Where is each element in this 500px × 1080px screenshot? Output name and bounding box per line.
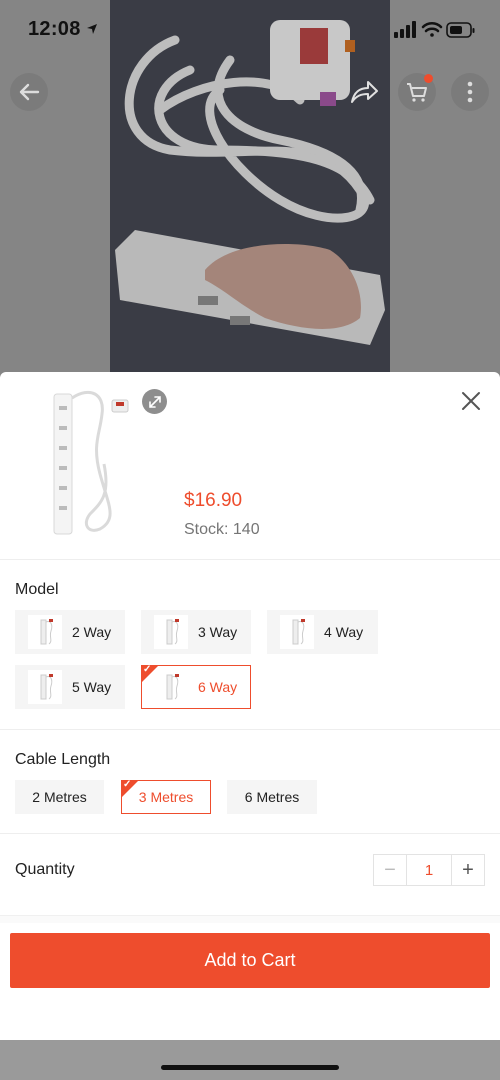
- status-time: 12:08: [28, 18, 81, 40]
- model-option-6-way[interactable]: ✓ 6 Way: [141, 664, 251, 709]
- share-icon: [351, 81, 378, 103]
- quantity-decrease-button[interactable]: −: [374, 855, 406, 885]
- home-area: [0, 1040, 500, 1080]
- status-bar: 12:08: [0, 0, 500, 58]
- cable-option-3-metres[interactable]: ✓ 3 Metres: [121, 779, 211, 814]
- model-thumbnail: [28, 670, 62, 704]
- model-option-label: 3 Way: [198, 624, 238, 640]
- expand-image-button[interactable]: [142, 389, 167, 414]
- cable-option-label: 6 Metres: [244, 789, 300, 805]
- cart-badge: [424, 74, 433, 83]
- close-button[interactable]: [460, 390, 482, 412]
- variation-sheet: $16.90 Stock: 140 Model 2 Way 3 Way 4 Wa…: [0, 372, 500, 1040]
- location-arrow-icon: [86, 22, 98, 40]
- model-option-label: 5 Way: [72, 679, 112, 695]
- product-stock: Stock: 140: [184, 521, 260, 538]
- signal-icon: [394, 21, 416, 38]
- battery-icon: [446, 22, 475, 38]
- quantity-increase-button[interactable]: +: [452, 855, 484, 885]
- model-thumbnail: [280, 615, 314, 649]
- share-button[interactable]: [348, 76, 380, 108]
- model-thumbnail: [154, 670, 188, 704]
- cart-icon: [407, 83, 427, 102]
- model-option-label: 6 Way: [198, 679, 238, 695]
- cable-length-title: Cable Length: [15, 751, 111, 768]
- model-option-label: 4 Way: [324, 624, 364, 640]
- cable-option-label: 3 Metres: [138, 789, 194, 805]
- more-vertical-icon: [467, 81, 473, 103]
- model-option-label: 2 Way: [72, 624, 112, 640]
- model-option-5-way[interactable]: 5 Way: [15, 665, 125, 709]
- cart-button[interactable]: [398, 73, 436, 111]
- cable-length-section: Cable Length 2 Metres ✓ 3 Metres 6 Metre…: [0, 730, 500, 834]
- cable-option-2-metres[interactable]: 2 Metres: [15, 780, 104, 814]
- quantity-value[interactable]: 1: [406, 855, 452, 885]
- quantity-section: Quantity − 1 +: [0, 834, 500, 906]
- model-section: Model 2 Way 3 Way 4 Way 5 Way ✓ 6 Way: [0, 560, 500, 730]
- back-button[interactable]: [10, 73, 48, 111]
- status-icons: [394, 19, 476, 41]
- cable-option-label: 2 Metres: [32, 789, 87, 805]
- model-title: Model: [15, 581, 59, 598]
- cable-option-6-metres[interactable]: 6 Metres: [227, 780, 317, 814]
- product-header: $16.90 Stock: 140: [0, 372, 500, 560]
- product-price: $16.90: [184, 490, 243, 511]
- footer-divider: [0, 915, 500, 923]
- product-thumbnail[interactable]: [30, 384, 150, 544]
- model-option-4-way[interactable]: 4 Way: [267, 610, 378, 654]
- wifi-icon: [421, 21, 443, 37]
- model-thumbnail: [28, 615, 62, 649]
- quantity-title: Quantity: [15, 861, 75, 878]
- home-indicator[interactable]: [161, 1065, 339, 1070]
- add-to-cart-button[interactable]: Add to Cart: [10, 933, 490, 988]
- more-button[interactable]: [451, 73, 489, 111]
- arrow-left-icon: [19, 83, 40, 101]
- quantity-stepper: − 1 +: [373, 854, 485, 886]
- expand-icon: [148, 395, 161, 408]
- close-icon: [462, 392, 480, 410]
- model-option-2-way[interactable]: 2 Way: [15, 610, 125, 654]
- model-thumbnail: [154, 615, 188, 649]
- model-option-3-way[interactable]: 3 Way: [141, 610, 251, 654]
